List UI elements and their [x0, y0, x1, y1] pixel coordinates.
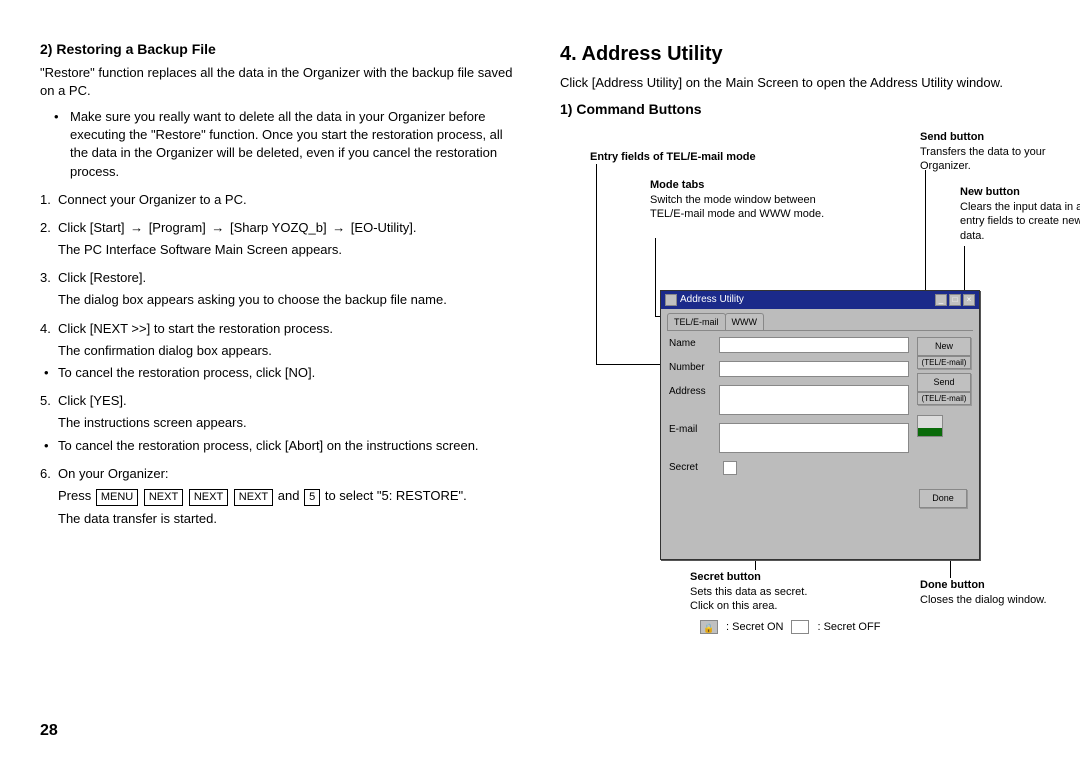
step4-bullet: To cancel the restoration process, click…: [40, 364, 520, 382]
restoring-intro: "Restore" function replaces all the data…: [40, 64, 520, 100]
secret-toggle[interactable]: [723, 461, 737, 475]
step2c: [Sharp YOZQ_b]: [226, 220, 330, 235]
key-next1: NEXT: [144, 489, 183, 506]
secret-off-icon: [791, 620, 809, 634]
step4: Click [NEXT >>] to start the restoration…: [58, 321, 333, 336]
close-icon[interactable]: ×: [963, 294, 975, 306]
done-button[interactable]: Done: [919, 489, 967, 508]
callout-done-button: Done button Closes the dialog window.: [920, 578, 1070, 608]
page-number: 28: [40, 720, 58, 742]
right-column: 4. Address Utility Click [Address Utilit…: [560, 40, 1040, 720]
step2b: [Program]: [145, 220, 209, 235]
dialog-title: Address Utility: [680, 293, 744, 307]
input-email[interactable]: [719, 423, 909, 453]
restoring-caution: Make sure you really want to delete all …: [58, 108, 520, 181]
step2-sub: The PC Interface Software Main Screen ap…: [40, 241, 520, 259]
label-name: Name: [669, 337, 719, 351]
app-icon: [665, 294, 677, 306]
input-name[interactable]: [719, 337, 909, 353]
step5-sub: The instructions screen appears.: [40, 414, 520, 432]
key-next3: NEXT: [234, 489, 273, 506]
minimize-icon[interactable]: _: [935, 294, 947, 306]
step6-sub: The data transfer is started.: [40, 510, 520, 528]
step1: Connect your Organizer to a PC.: [58, 192, 247, 207]
step5-bullet: To cancel the restoration process, click…: [40, 437, 520, 455]
step5: Click [YES].: [58, 393, 127, 408]
restoring-heading: 2) Restoring a Backup File: [40, 40, 520, 60]
key-menu: MENU: [96, 489, 138, 506]
label-number: Number: [669, 361, 719, 375]
new-button[interactable]: New (TEL/E-mail): [917, 337, 971, 369]
address-utility-intro: Click [Address Utility] on the Main Scre…: [560, 74, 1040, 92]
callout-mode-tabs: Mode tabs Switch the mode window between…: [650, 178, 840, 222]
step4-sub: The confirmation dialog box appears.: [40, 342, 520, 360]
callout-new-button: New button Clears the input data in all …: [960, 185, 1080, 243]
callout-send-button: Send button Transfers the data to your O…: [920, 130, 1050, 174]
step6: On your Organizer:: [58, 466, 169, 481]
address-utility-heading: 4. Address Utility: [560, 40, 1040, 68]
label-secret: Secret: [669, 461, 719, 475]
callout-secret-button: Secret button Sets this data as secret. …: [690, 570, 830, 614]
secret-legend: : Secret ON : Secret OFF: [700, 620, 880, 635]
input-address[interactable]: [719, 385, 909, 415]
command-buttons-heading: 1) Command Buttons: [560, 100, 1040, 120]
restoring-steps: 1.Connect your Organizer to a PC. 2.Clic…: [40, 191, 520, 529]
label-address: Address: [669, 385, 719, 399]
step6c: to select "5: RESTORE".: [325, 488, 467, 503]
step6b: and: [278, 488, 303, 503]
input-number[interactable]: [719, 361, 909, 377]
address-utility-dialog: Address Utility _ □ × TEL/E-mail WWW Nam…: [660, 290, 980, 560]
step3: Click [Restore].: [58, 270, 146, 285]
callout-entry-fields: Entry fields of TEL/E-mail mode: [590, 150, 790, 165]
send-button[interactable]: Send (TEL/E-mail): [917, 373, 971, 405]
key-5: 5: [304, 489, 320, 506]
maximize-icon[interactable]: □: [949, 294, 961, 306]
step2a: Click [Start]: [58, 220, 128, 235]
titlebar: Address Utility _ □ ×: [661, 291, 979, 309]
lock-icon: [700, 620, 718, 634]
label-email: E-mail: [669, 423, 719, 437]
step6a: Press: [58, 488, 95, 503]
step2d: [EO-Utility].: [347, 220, 416, 235]
organizer-icon: [917, 415, 943, 437]
left-column: 2) Restoring a Backup File "Restore" fun…: [40, 40, 520, 720]
key-next2: NEXT: [189, 489, 228, 506]
step3-sub: The dialog box appears asking you to cho…: [40, 291, 520, 309]
tab-www[interactable]: WWW: [725, 313, 764, 331]
tab-tel-email[interactable]: TEL/E-mail: [667, 313, 726, 331]
